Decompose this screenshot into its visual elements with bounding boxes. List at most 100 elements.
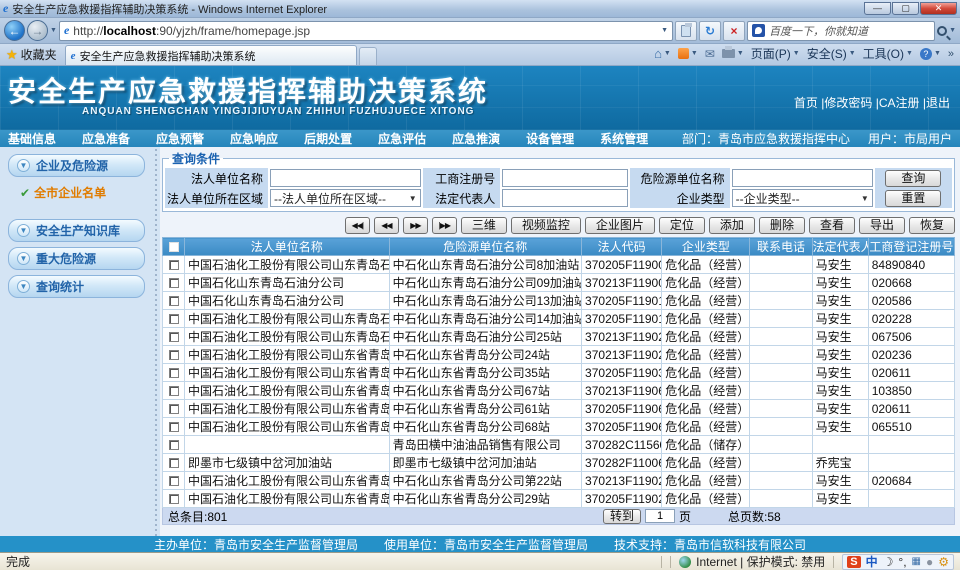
toolbar-button-添加[interactable]: 添加 <box>709 217 755 234</box>
row-checkbox-cell[interactable] <box>163 364 185 382</box>
nav-item-0[interactable]: 基础信息 <box>8 130 56 147</box>
search-input[interactable]: 百度一下，你就知道 <box>747 21 935 41</box>
toolbar-button-恢复[interactable]: 恢复 <box>909 217 955 234</box>
row-checkbox-cell[interactable] <box>163 274 185 292</box>
toolbar-button-导出[interactable]: 导出 <box>859 217 905 234</box>
column-header-1[interactable]: 危险源单位名称 <box>389 238 581 256</box>
next-page-button[interactable]: ▶▶ <box>403 217 428 234</box>
wrench-icon[interactable]: ⚙ <box>938 555 949 569</box>
nav-item-7[interactable]: 设备管理 <box>526 130 574 147</box>
overflow-chevron-icon[interactable]: » <box>948 48 954 60</box>
sidebar-splitter[interactable] <box>152 147 160 536</box>
table-row[interactable]: 中国石油化工股份有限公司山东省青岛分公司中石化山东省青岛分公司61站370205… <box>163 400 955 418</box>
row-checkbox-cell[interactable] <box>163 418 185 436</box>
minimize-button[interactable]: — <box>864 2 891 15</box>
sidebar-section-3[interactable]: ▼查询统计 <box>8 275 145 298</box>
nav-item-4[interactable]: 后期处置 <box>304 130 352 147</box>
prev-page-button[interactable]: ◀◀ <box>374 217 399 234</box>
row-checkbox-cell[interactable] <box>163 292 185 310</box>
header-link-2[interactable]: CA注册 <box>879 96 920 110</box>
row-checkbox-cell[interactable] <box>163 400 185 418</box>
sidebar-section-0[interactable]: ▼企业及危险源 <box>8 154 145 177</box>
query-input-工商注册号[interactable] <box>502 169 628 187</box>
back-button[interactable]: ← <box>4 20 25 41</box>
close-button[interactable]: ✕ <box>920 2 957 15</box>
table-row[interactable]: 中国石化山东青岛石油分公司中石化山东青岛石油分公司13加油站370205F119… <box>163 292 955 310</box>
query-input-法定代表人[interactable] <box>502 189 628 207</box>
nav-item-1[interactable]: 应急准备 <box>82 130 130 147</box>
nav-item-3[interactable]: 应急响应 <box>230 130 278 147</box>
column-header-4[interactable]: 联系电话 <box>750 238 812 256</box>
row-checkbox[interactable] <box>169 386 179 396</box>
table-row[interactable]: 中国石油化工股份有限公司山东青岛石油分公司中石化山东青岛石油分公司25站3702… <box>163 328 955 346</box>
sidebar-item-全市企业名单[interactable]: ✔全市企业名单 <box>8 182 145 215</box>
help-button[interactable]: ?▼ <box>920 48 941 60</box>
row-checkbox-cell[interactable] <box>163 346 185 364</box>
row-checkbox[interactable] <box>169 260 179 270</box>
search-dropdown-icon[interactable]: ▼ <box>949 27 956 34</box>
mail-button[interactable]: ✉ <box>705 47 715 61</box>
column-header-6[interactable]: 工商登记注册号 <box>868 238 954 256</box>
stop-button[interactable]: × <box>723 21 745 41</box>
search-button[interactable]: 查询 <box>885 170 941 187</box>
row-checkbox[interactable] <box>169 476 179 486</box>
page-number-input[interactable] <box>645 509 675 523</box>
history-dropdown-icon[interactable]: ▼ <box>50 27 57 34</box>
favorites-button[interactable]: ★ 收藏夹 <box>2 46 65 65</box>
row-checkbox[interactable] <box>169 332 179 342</box>
toolbar-button-企业图片[interactable]: 企业图片 <box>585 217 655 234</box>
refresh-button[interactable]: ↻ <box>699 21 721 41</box>
row-checkbox[interactable] <box>169 368 179 378</box>
table-row[interactable]: 中国石油化工股份有限公司山东青岛石油分公司中石化山东青岛石油分公司14加油站37… <box>163 310 955 328</box>
column-header-5[interactable]: 法定代表人 <box>812 238 868 256</box>
row-checkbox-cell[interactable] <box>163 382 185 400</box>
nav-item-2[interactable]: 应急预警 <box>156 130 204 147</box>
query-select-法人单位所在区域[interactable]: --法人单位所在区域--▼ <box>270 189 421 207</box>
nav-item-6[interactable]: 应急推演 <box>452 130 500 147</box>
table-row[interactable]: 中国石油化工股份有限公司山东青岛石油分公司中石化山东青岛石油分公司8加油站370… <box>163 256 955 274</box>
menu-safety[interactable]: 安全(S)▼ <box>807 45 856 62</box>
table-row[interactable]: 中国石油化工股份有限公司山东省青岛分公司中石化山东省青岛分公司67站370213… <box>163 382 955 400</box>
table-row[interactable]: 中国石油化工股份有限公司山东省青岛分公司中石化山东省青岛分公司24站370213… <box>163 346 955 364</box>
table-row[interactable]: 即墨市七级镇中岔河加油站即墨市七级镇中岔河加油站370282F110063危化品… <box>163 454 955 472</box>
table-row[interactable]: 青岛田横中油油品销售有限公司370282C115602危化品（储存） <box>163 436 955 454</box>
toolbar-button-视频监控[interactable]: 视频监控 <box>511 217 581 234</box>
header-link-1[interactable]: 修改密码 <box>824 96 872 110</box>
nav-item-5[interactable]: 应急评估 <box>378 130 426 147</box>
sidebar-section-2[interactable]: ▼重大危险源 <box>8 247 145 270</box>
table-row[interactable]: 中国石油化工股份有限公司山东省青岛分公司中石化山东省青岛分公司29站370205… <box>163 490 955 508</box>
select-all-checkbox[interactable] <box>163 238 185 256</box>
query-select-企业类型[interactable]: --企业类型--▼ <box>732 189 873 207</box>
chinese-mode-icon[interactable]: 中 <box>866 553 878 570</box>
header-link-0[interactable]: 首页 <box>794 96 818 110</box>
row-checkbox-cell[interactable] <box>163 454 185 472</box>
row-checkbox[interactable] <box>169 350 179 360</box>
row-checkbox[interactable] <box>169 296 179 306</box>
query-input-危险源单位名称[interactable] <box>732 169 873 187</box>
row-checkbox[interactable] <box>169 278 179 288</box>
toolbar-button-查看[interactable]: 查看 <box>809 217 855 234</box>
row-checkbox[interactable] <box>169 314 179 324</box>
fullwidth-moon-icon[interactable]: ☽ <box>883 555 894 569</box>
column-header-0[interactable]: 法人单位名称 <box>185 238 390 256</box>
row-checkbox-cell[interactable] <box>163 310 185 328</box>
query-input-法人单位名称[interactable] <box>270 169 421 187</box>
menu-tools[interactable]: 工具(O)▼ <box>863 45 913 62</box>
row-checkbox-cell[interactable] <box>163 472 185 490</box>
column-header-3[interactable]: 企业类型 <box>662 238 750 256</box>
row-checkbox[interactable] <box>169 458 179 468</box>
last-page-button[interactable]: |▶▶ <box>432 217 457 234</box>
table-row[interactable]: 中国石油化工股份有限公司山东省青岛分公司中石化山东省青岛分公司68站370205… <box>163 418 955 436</box>
header-link-3[interactable]: 退出 <box>926 96 950 110</box>
goto-page-button[interactable]: 转到 <box>603 509 641 524</box>
table-row[interactable]: 中国石油化工股份有限公司山东省青岛分公司中石化山东省青岛分公司35站370205… <box>163 364 955 382</box>
compatibility-view-button[interactable] <box>675 21 697 41</box>
menu-page[interactable]: 页面(P)▼ <box>751 45 800 62</box>
row-checkbox[interactable] <box>169 422 179 432</box>
column-header-2[interactable]: 法人代码 <box>582 238 662 256</box>
toolbar-button-删除[interactable]: 删除 <box>759 217 805 234</box>
url-dropdown-icon[interactable]: ▼ <box>661 27 668 34</box>
row-checkbox[interactable] <box>169 404 179 414</box>
person-icon[interactable]: ● <box>926 555 933 569</box>
feeds-button[interactable]: ▼ <box>678 48 698 59</box>
